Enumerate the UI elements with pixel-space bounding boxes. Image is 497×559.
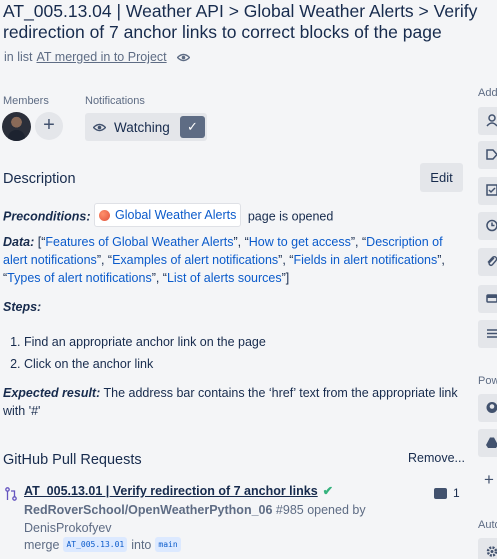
expected-label: Expected result: [3,386,101,400]
cover-icon [486,294,497,303]
eye-icon [93,123,106,131]
step-item: Find an appropriate anchor link on the p… [24,331,266,353]
avatar[interactable] [2,112,31,141]
eye-icon [176,53,190,61]
checkmark-icon: ✓ [180,116,205,138]
step-item: Click on the anchor link [24,353,266,375]
to-branch-badge: main [155,537,181,552]
sidebar-automation-button[interactable] [478,538,497,559]
in-list-info: in list AT merged in to Project [4,50,190,64]
card-title[interactable]: AT_005.13.04 | Weather API > Global Weat… [3,1,497,43]
drive-icon [486,437,497,448]
sidebar-github-button[interactable] [478,394,497,422]
description-heading: Description [3,171,76,187]
edit-button[interactable]: Edit [420,163,463,192]
pr-merge-info: merge AT_005.13.01 into main [24,537,185,552]
data-item: Types of alert notifications [7,271,152,285]
preconditions-suffix: page is opened [247,209,334,224]
notifications-label: Notifications [85,95,145,107]
preconditions: Preconditions: Global Weather Alerts pag… [3,203,463,227]
fields-icon [487,329,497,338]
comment-icon [434,487,447,499]
preconditions-link-chip[interactable]: Global Weather Alerts [94,203,242,227]
checklist-icon [486,184,497,196]
data-item: Fields in alert notifications [293,253,438,267]
power-ups-label: Pow [478,375,497,387]
data-item: How to get access [248,235,351,249]
comment-count[interactable]: 1 [434,486,460,500]
sidebar-custom-fields-button[interactable] [478,320,497,348]
pr-details: RedRoverSchool/OpenWeatherPython_06 #985… [24,501,404,537]
paperclip-icon [487,255,497,267]
data-item: List of alerts sources [166,271,282,285]
list-link[interactable]: AT merged in to Project [36,50,166,64]
tag-icon [486,149,497,160]
sidebar-drive-button[interactable] [478,429,497,457]
sidebar-dates-button[interactable] [478,212,497,240]
members-label: Members [3,95,49,107]
add-member-button[interactable]: + [35,112,63,140]
data-paragraph: Data: [“Features of Global Weather Alert… [3,235,445,285]
github-heading: GitHub Pull Requests [3,452,142,468]
clock-icon [486,219,497,232]
in-list-prefix: in list [4,50,33,64]
pr-number: #985 opened by [275,503,366,517]
preconditions-label: Preconditions: [3,209,91,224]
remove-button[interactable]: Remove... [408,451,465,465]
gear-icon [486,546,497,557]
pr-repo: RedRoverSchool/OpenWeatherPython_06 [24,503,273,517]
preconditions-chip-label: Global Weather Alerts [115,208,237,222]
data-item: Examples of alert notifications [112,253,279,267]
sidebar-checklist-button[interactable] [478,177,497,205]
card-title-line-1: AT_005.13.04 | Weather API > Global Weat… [3,1,478,21]
user-icon [486,114,497,127]
pr-title-link[interactable]: AT_005.13.01 | Verify redirection of 7 a… [24,483,333,498]
expected-result: Expected result: The address bar contain… [3,384,463,420]
sidebar-labels-button[interactable] [478,141,497,169]
github-icon [486,402,497,413]
pull-request-icon [5,487,17,501]
pr-author: DenisProkofyev [24,521,112,535]
check-icon: ✔ [322,484,334,498]
card-title-line-2: redirection of 7 anchor links to correct… [3,22,442,42]
sidebar-attachment-button[interactable] [478,248,497,276]
sidebar-cover-button[interactable] [478,285,497,313]
data-item: Features of Global Weather Alerts [45,235,234,249]
add-to-card-label: Add [478,87,497,99]
watch-button[interactable]: Watching ✓ [85,113,207,141]
add-power-up-icon[interactable]: + [484,470,494,490]
sidebar-members-button[interactable] [478,107,497,135]
steps-list: Find an appropriate anchor link on the p… [24,331,266,375]
steps-label: Steps: [3,300,42,314]
automation-label: Auto [478,519,497,531]
site-favicon-icon [99,209,110,221]
watch-label: Watching [114,119,170,135]
data-label: Data: [3,235,35,249]
from-branch-badge: AT_005.13.01 [63,537,128,552]
